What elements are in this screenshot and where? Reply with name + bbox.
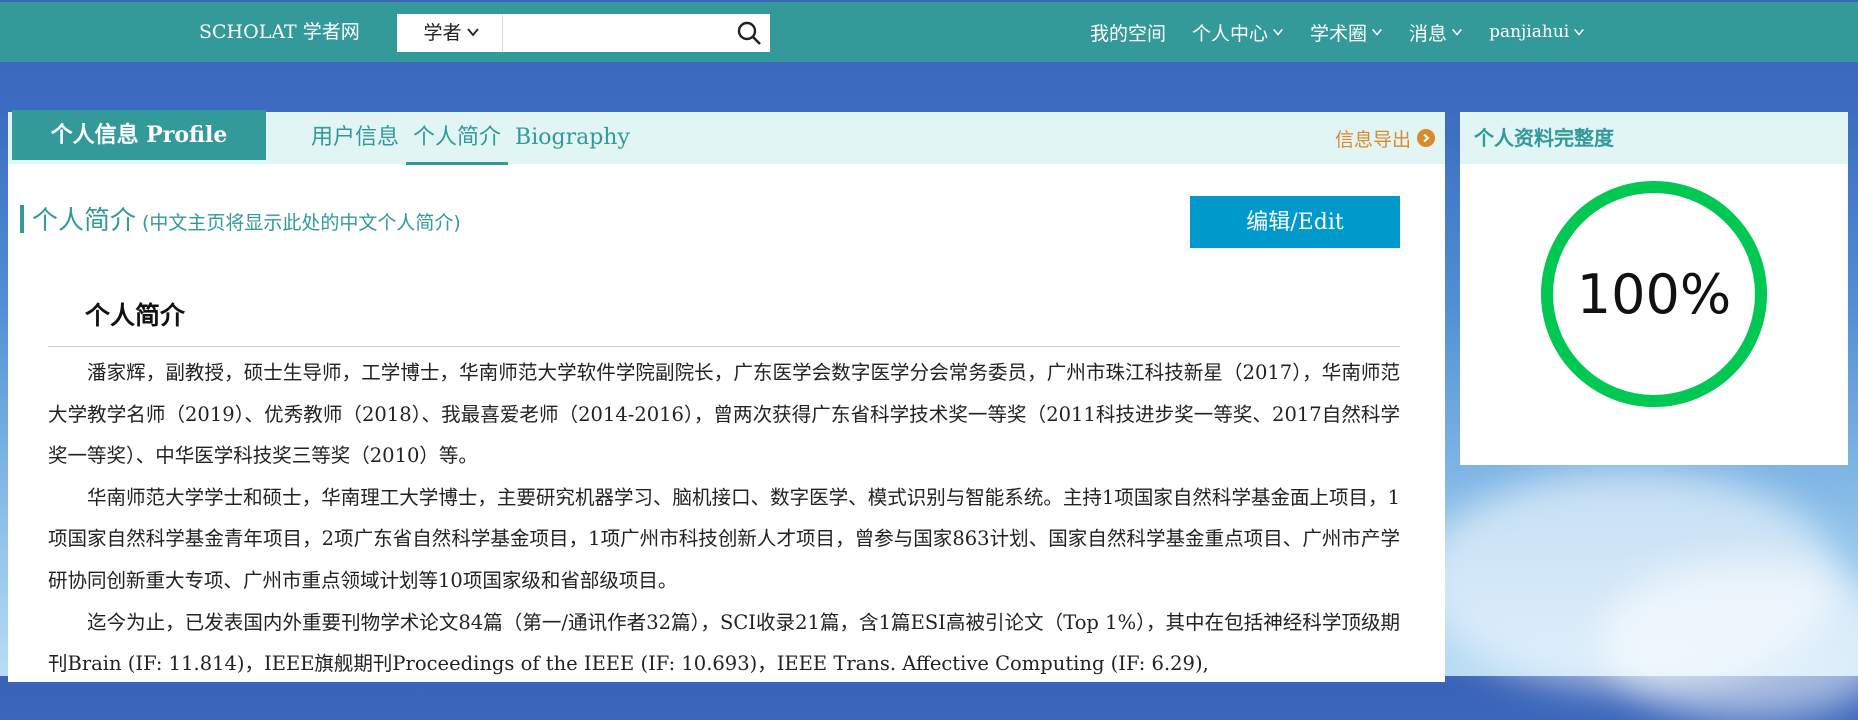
- chevron-down-icon: [467, 28, 479, 37]
- divider: [48, 346, 1400, 347]
- search-type-select[interactable]: 学者: [397, 14, 503, 52]
- search-type-label: 学者: [423, 22, 462, 44]
- chevron-down-icon: [1452, 28, 1462, 36]
- tab-intro[interactable]: 个人简介: [406, 112, 509, 165]
- search-input[interactable]: [505, 16, 729, 50]
- tab-user-info[interactable]: 用户信息: [304, 112, 406, 162]
- nav-my-space[interactable]: 我的空间: [1090, 19, 1166, 46]
- section-note: (中文主页将显示此处的中文个人简介): [142, 212, 461, 234]
- chevron-down-icon: [1372, 28, 1382, 36]
- search-icon[interactable]: [736, 20, 762, 46]
- nav-my-space-label: 我的空间: [1090, 22, 1167, 45]
- nav-messages-label: 消息: [1409, 22, 1448, 45]
- bio-paragraph: 迄今为止，已发表国内外重要刊物学术论文84篇（第一/通讯作者32篇），SCI收录…: [48, 610, 1400, 676]
- profile-panel: 个人信息 Profile 用户信息 个人简介 Biography 信息导出 个人…: [8, 110, 1445, 685]
- profile-tab-title[interactable]: 个人信息 Profile: [12, 110, 266, 160]
- bio-paragraph: 华南师范大学学士和硕士，华南理工大学博士，主要研究机器学习、脑机接口、数字医学、…: [48, 485, 1400, 592]
- brand-logo[interactable]: SCHOLAT 学者网: [199, 2, 360, 62]
- top-navbar: SCHOLAT 学者网 学者 我的空间 个人中心 学术圈 消息 panjiahu…: [0, 2, 1858, 62]
- chevron-right-icon: [1417, 129, 1435, 147]
- tab-biography[interactable]: Biography: [508, 112, 637, 162]
- completeness-panel: 个人资料完整度 100%: [1460, 112, 1848, 465]
- bio-paragraph: 潘家辉，副教授，硕士生导师，工学博士，华南师范大学软件学院副院长，广东医学会数字…: [48, 361, 1400, 468]
- completeness-value: 100%: [1576, 262, 1732, 326]
- profile-tabbar: 个人信息 Profile 用户信息 个人简介 Biography 信息导出: [8, 110, 1445, 165]
- bio-body: 潘家辉，副教授，硕士生导师，工学博士，华南师范大学软件学院副院长，广东医学会数字…: [48, 352, 1400, 685]
- nav-user-menu[interactable]: panjiahui: [1489, 22, 1585, 42]
- nav-messages[interactable]: 消息: [1409, 19, 1463, 46]
- chevron-down-icon: [1273, 28, 1283, 36]
- nav-academic-circle-label: 学术圈: [1310, 22, 1368, 45]
- export-info-label: 信息导出: [1334, 128, 1411, 151]
- section-accent-bar: [20, 204, 24, 233]
- nav-personal-center[interactable]: 个人中心: [1192, 19, 1284, 46]
- section-title: 个人简介: [32, 206, 137, 236]
- edit-button[interactable]: 编辑/Edit: [1190, 196, 1400, 248]
- bio-heading: 个人简介: [85, 301, 186, 330]
- search-box: 学者: [397, 14, 770, 52]
- nav-personal-center-label: 个人中心: [1192, 22, 1269, 45]
- profile-subtabs: 用户信息 个人简介 Biography: [304, 112, 637, 165]
- nav-user-label: panjiahui: [1489, 22, 1570, 42]
- nav-links: 我的空间 个人中心 学术圈 消息 panjiahui: [1090, 2, 1585, 62]
- export-info-link[interactable]: 信息导出: [1335, 112, 1435, 164]
- section-header: 个人简介 (中文主页将显示此处的中文个人简介): [20, 200, 461, 237]
- chevron-down-icon: [1574, 28, 1585, 36]
- nav-academic-circle[interactable]: 学术圈: [1310, 19, 1383, 46]
- completeness-title: 个人资料完整度: [1460, 112, 1848, 164]
